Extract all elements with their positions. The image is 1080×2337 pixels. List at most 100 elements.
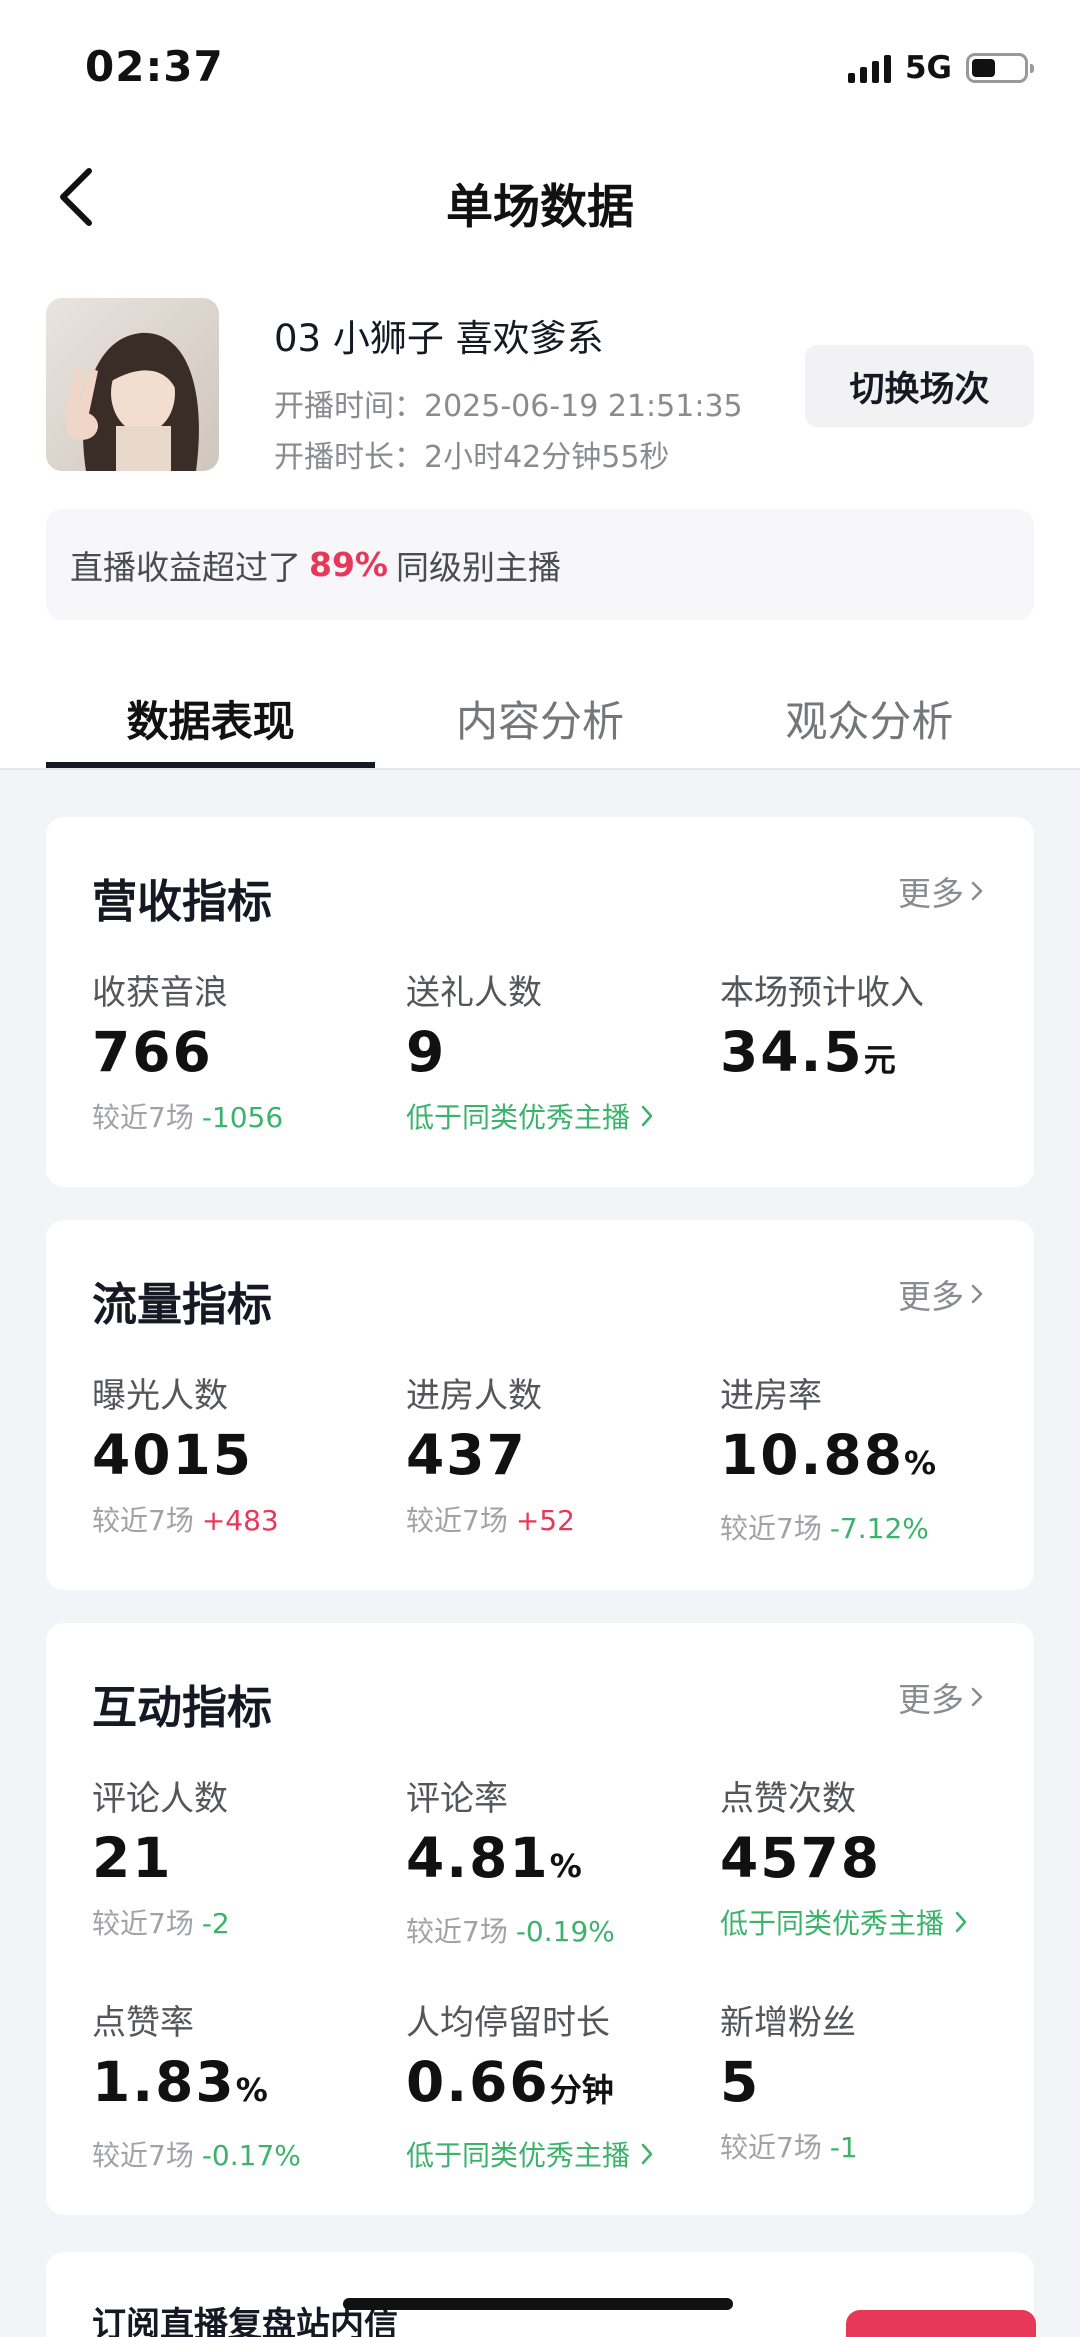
- metric-compare: 较近7场 -1: [720, 2126, 1020, 2166]
- metric-room-entries[interactable]: 进房人数 437 较近7场 +52: [406, 1368, 706, 1539]
- metric-compare: 较近7场 -1056: [92, 1096, 392, 1136]
- more-label: 更多: [898, 1277, 964, 1316]
- interaction-more-link[interactable]: 更多: [898, 1673, 984, 1721]
- interaction-card: 互动指标 更多 评论人数 21 较近7场 -2 评论率 4.81% 较近7场 -0.…: [46, 1623, 1034, 2215]
- traffic-more-link[interactable]: 更多: [898, 1270, 984, 1318]
- metric-label: 本场预计收入: [720, 973, 924, 1013]
- metric-unit: 元: [863, 1041, 896, 1079]
- metric-value: 4578: [720, 1826, 882, 1890]
- metric-value: 4015: [92, 1423, 254, 1487]
- subscribe-button[interactable]: [846, 2310, 1036, 2337]
- metric-value: 10.88: [720, 1423, 904, 1487]
- metric-comment-rate[interactable]: 评论率 4.81% 较近7场 -0.19%: [406, 1771, 706, 1950]
- chevron-right-icon: [971, 881, 983, 901]
- compare-delta: -1056: [201, 1101, 284, 1134]
- metric-value-row: 4.81%: [406, 1826, 706, 1898]
- metric-label: 新增粉丝: [720, 2003, 856, 2043]
- metric-compare: 较近7场 +52: [406, 1499, 706, 1539]
- metric-label: 评论率: [406, 1779, 508, 1819]
- metric-label: 曝光人数: [92, 1376, 228, 1416]
- metric-value: 766: [92, 1020, 213, 1084]
- start-time: 开播时间：2025-06-19 21:51:35: [274, 389, 743, 424]
- more-label: 更多: [898, 1680, 964, 1719]
- compare-delta: -2: [201, 1907, 230, 1940]
- revenue-more-link[interactable]: 更多: [898, 867, 984, 915]
- metric-like-rate[interactable]: 点赞率 1.83% 较近7场 -0.17%: [92, 1995, 392, 2174]
- chevron-right-icon: [641, 2143, 653, 2165]
- metric-label: 收获音浪: [92, 973, 228, 1013]
- battery-icon: [966, 53, 1034, 83]
- revenue-card: 营收指标 更多 收获音浪 766 较近7场 -1056 送礼人数 9 低于同类优秀…: [46, 817, 1034, 1187]
- avatar[interactable]: [46, 298, 219, 471]
- benchmark-hint[interactable]: 低于同类优秀主播: [720, 1902, 1020, 1942]
- metric-unit: 分钟: [549, 2071, 614, 2109]
- metric-exposure[interactable]: 曝光人数 4015 较近7场 +483: [92, 1368, 392, 1539]
- metric-commenters[interactable]: 评论人数 21 较近7场 -2: [92, 1771, 392, 1942]
- tabs-divider: [0, 768, 1080, 770]
- metric-avg-stay[interactable]: 人均停留时长 0.66分钟 低于同类优秀主播: [406, 1995, 706, 2174]
- metric-value-row: 34.5元: [720, 1020, 1020, 1092]
- metric-value-row: 10.88%: [720, 1423, 1020, 1495]
- compare-label: 较近7场: [92, 2139, 194, 2172]
- metric-value: 5: [720, 2050, 761, 2114]
- metric-gift-givers[interactable]: 送礼人数 9 低于同类优秀主播: [406, 965, 706, 1136]
- compare-delta: +52: [515, 1504, 575, 1537]
- status-time: 02:37: [85, 42, 224, 91]
- revenue-title: 营收指标: [92, 875, 273, 928]
- metric-value: 34.5: [720, 1020, 864, 1084]
- rank-prefix: 直播收益超过了: [70, 547, 301, 587]
- tab-audience-analysis[interactable]: 观众分析: [705, 678, 1034, 768]
- tab-content-analysis[interactable]: 内容分析: [375, 678, 704, 768]
- metric-value-row: 1.83%: [92, 2050, 392, 2122]
- metric-sound-wave[interactable]: 收获音浪 766 较近7场 -1056: [92, 965, 392, 1136]
- compare-delta: -0.19%: [515, 1915, 615, 1948]
- chevron-right-icon: [971, 1284, 983, 1304]
- metric-label: 点赞次数: [720, 1779, 856, 1819]
- compare-delta: -7.12%: [829, 1512, 929, 1545]
- tab-data-performance[interactable]: 数据表现: [46, 678, 376, 768]
- benchmark-hint[interactable]: 低于同类优秀主播: [406, 1096, 706, 1136]
- metric-likes[interactable]: 点赞次数 4578 低于同类优秀主播: [720, 1771, 1020, 1942]
- more-label: 更多: [898, 874, 964, 913]
- metric-label: 人均停留时长: [406, 2003, 610, 2043]
- hint-text: 低于同类优秀主播: [720, 1907, 945, 1940]
- metric-label: 进房人数: [406, 1376, 542, 1416]
- compare-label: 较近7场: [406, 1504, 508, 1537]
- metric-estimated-income[interactable]: 本场预计收入 34.5元: [720, 965, 1020, 1092]
- home-indicator[interactable]: [343, 2298, 733, 2310]
- traffic-card: 流量指标 更多 曝光人数 4015 较近7场 +483 进房人数 437 较近7场…: [46, 1220, 1034, 1590]
- chevron-right-icon: [955, 1911, 967, 1933]
- network-type: 5G: [904, 50, 952, 86]
- metric-compare: 较近7场 -7.12%: [720, 1507, 1020, 1547]
- compare-label: 较近7场: [720, 1512, 822, 1545]
- metric-value: 21: [92, 1826, 173, 1890]
- stream-duration: 开播时长：2小时42分钟55秒: [274, 440, 670, 475]
- metric-compare: 较近7场 -0.19%: [406, 1910, 706, 1950]
- metric-label: 进房率: [720, 1376, 822, 1416]
- stream-name: 03 小狮子 喜欢爹系: [274, 317, 604, 360]
- switch-session-button[interactable]: 切换场次: [805, 345, 1034, 427]
- metric-unit: %: [549, 1847, 582, 1885]
- metric-compare: 较近7场 -0.17%: [92, 2134, 392, 2174]
- compare-delta: -0.17%: [201, 2139, 301, 2172]
- chevron-right-icon: [641, 1105, 653, 1127]
- metric-new-followers[interactable]: 新增粉丝 5 较近7场 -1: [720, 1995, 1020, 2166]
- metric-value: 0.66: [406, 2050, 550, 2114]
- metric-value: 9: [406, 1020, 447, 1084]
- benchmark-hint[interactable]: 低于同类优秀主播: [406, 2134, 706, 2174]
- signal-icon: [847, 53, 891, 83]
- compare-label: 较近7场: [720, 2131, 822, 2164]
- hint-text: 低于同类优秀主播: [406, 1101, 631, 1134]
- metric-compare: 较近7场 +483: [92, 1499, 392, 1539]
- metric-value-row: 0.66分钟: [406, 2050, 706, 2122]
- tab-bar: 数据表现 内容分析 观众分析: [46, 678, 1034, 768]
- rank-suffix: 同级别主播: [396, 547, 561, 587]
- compare-label: 较近7场: [92, 1101, 194, 1134]
- hint-text: 低于同类优秀主播: [406, 2139, 631, 2172]
- compare-label: 较近7场: [406, 1915, 508, 1948]
- rank-percent: 89%: [309, 545, 388, 584]
- metric-entry-rate[interactable]: 进房率 10.88% 较近7场 -7.12%: [720, 1368, 1020, 1547]
- battery-level: [972, 59, 995, 77]
- status-icons: 5G: [847, 50, 1034, 86]
- metric-value: 437: [406, 1423, 527, 1487]
